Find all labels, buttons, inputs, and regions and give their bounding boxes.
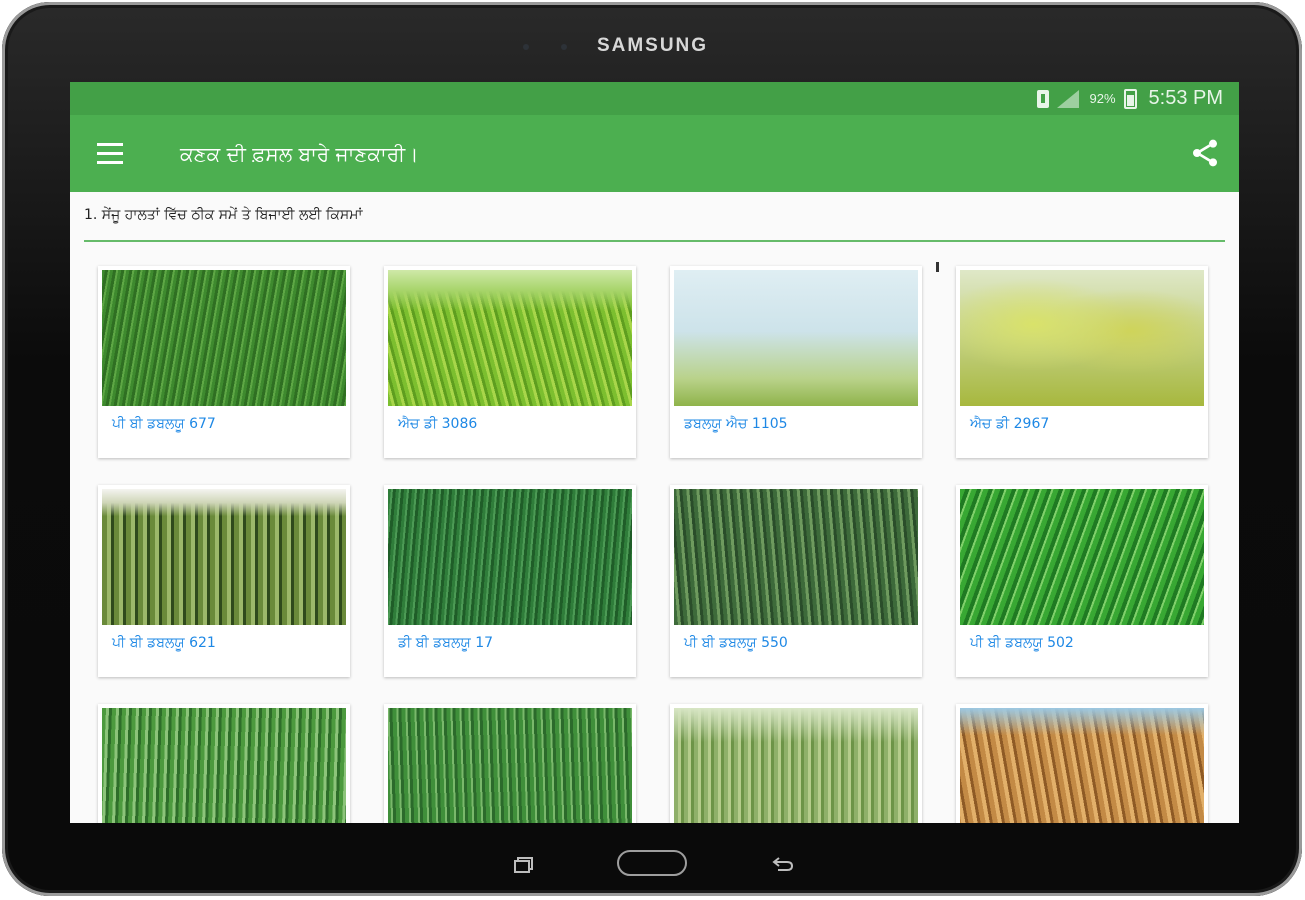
wheat-image <box>674 489 918 625</box>
share-icon[interactable] <box>1189 137 1221 169</box>
battery-icon <box>1123 88 1137 109</box>
variety-card[interactable]: ਐਚ ਡੀ 3086 <box>384 266 636 458</box>
wheat-image <box>674 270 918 406</box>
text-cursor <box>936 262 939 272</box>
wheat-image <box>388 489 632 625</box>
wheat-image <box>960 270 1204 406</box>
variety-card[interactable] <box>384 704 636 823</box>
device-brand: SAMSUNG <box>596 35 709 56</box>
section-header: 1. ਸੇਂਜੂ ਹਾਲਤਾਂ ਵਿੱਚ ਠੀਕ ਸਮੇਂ ਤੇ ਬਿਜਾਈ ਲ… <box>70 192 1239 242</box>
menu-button[interactable] <box>80 124 140 184</box>
variety-card[interactable]: ਡਬਲਯੂ ਐਚ 1105 <box>670 266 922 458</box>
variety-label: ਐਚ ਡੀ 2967 <box>970 416 1050 432</box>
variety-label: ਪੀ ਬੀ ਡਬਲਯੂ 621 <box>112 635 216 651</box>
section-divider <box>84 240 1225 242</box>
variety-label: ਡਬਲਯੂ ਐਚ 1105 <box>684 416 788 432</box>
home-button[interactable] <box>617 850 687 876</box>
variety-label: ਡੀ ਬੀ ਡਬਲਯੂ 17 <box>398 635 494 651</box>
variety-card[interactable]: ਡੀ ਬੀ ਡਬਲਯੂ 17 <box>384 485 636 677</box>
wheat-image <box>102 270 346 406</box>
variety-label: ਪੀ ਬੀ ਡਬਲਯੂ 502 <box>970 635 1074 651</box>
variety-card[interactable]: ਪੀ ਬੀ ਡਬਲਯੂ 550 <box>670 485 922 677</box>
recent-apps-icon[interactable] <box>514 857 536 873</box>
sim-card-icon <box>1037 89 1050 108</box>
wheat-image <box>388 270 632 406</box>
variety-card[interactable]: ਐਚ ਡੀ 2967 <box>956 266 1208 458</box>
variety-label: ਐਚ ਡੀ 3086 <box>398 416 478 432</box>
wheat-image <box>388 708 632 823</box>
wheat-image <box>102 489 346 625</box>
status-bar: 92% 5:53 PM <box>70 82 1239 115</box>
variety-card[interactable] <box>956 704 1208 823</box>
status-clock: 5:53 PM <box>1148 87 1223 109</box>
device-nav-bar <box>0 845 1305 885</box>
hamburger-icon <box>97 143 123 146</box>
wheat-image <box>960 489 1204 625</box>
wheat-image <box>674 708 918 823</box>
variety-card[interactable] <box>98 704 350 823</box>
back-icon[interactable] <box>772 855 794 873</box>
signal-icon <box>1057 89 1080 108</box>
variety-card[interactable]: ਪੀ ਬੀ ਡਬਲਯੂ 677 <box>98 266 350 458</box>
variety-card[interactable] <box>670 704 922 823</box>
app-toolbar: ਕਣਕ ਦੀ ਫ਼ਸਲ ਬਾਰੇ ਜਾਣਕਾਰੀ। <box>70 115 1239 192</box>
variety-label: ਪੀ ਬੀ ਡਬਲਯੂ 677 <box>112 416 216 432</box>
variety-card[interactable]: ਪੀ ਬੀ ਡਬਲਯੂ 502 <box>956 485 1208 677</box>
app-screen: 92% 5:53 PM ਕਣਕ ਦੀ ਫ਼ਸਲ ਬਾਰੇ ਜਾਣਕਾਰੀ। 1.… <box>70 82 1239 823</box>
variety-card[interactable]: ਪੀ ਬੀ ਡਬਲਯੂ 621 <box>98 485 350 677</box>
wheat-image <box>102 708 346 823</box>
section-title: 1. ਸੇਂਜੂ ਹਾਲਤਾਂ ਵਿੱਚ ਠੀਕ ਸਮੇਂ ਤੇ ਬਿਜਾਈ ਲ… <box>84 207 363 223</box>
battery-percent: 92% <box>1089 91 1116 106</box>
variety-label: ਪੀ ਬੀ ਡਬਲਯੂ 550 <box>684 635 788 651</box>
page-title: ਕਣਕ ਦੀ ਫ਼ਸਲ ਬਾਰੇ ਜਾਣਕਾਰੀ। <box>180 141 419 166</box>
wheat-image <box>960 708 1204 823</box>
